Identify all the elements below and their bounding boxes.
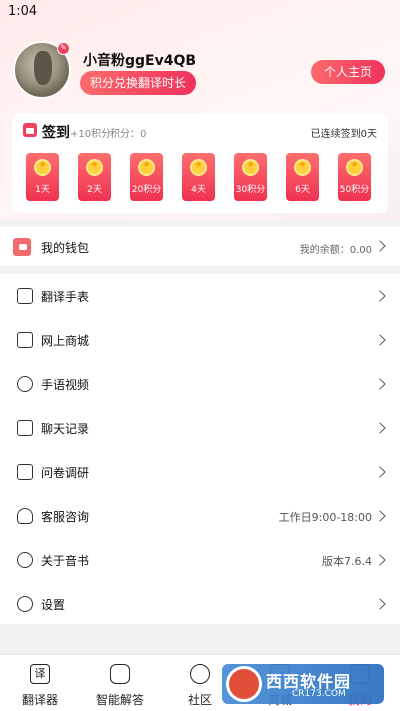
community-icon bbox=[190, 664, 210, 684]
profile-header: 1:04 ✎ 小音粉ggEv4QB 积分兑换翻译时长 个人主页 签到 +10积分… bbox=[0, 0, 400, 220]
edit-badge-icon[interactable]: ✎ bbox=[57, 42, 70, 55]
wallet-icon bbox=[13, 238, 31, 256]
menu-item-label: 关于音书 bbox=[41, 554, 90, 568]
signin-card: 签到 +10积分 积分：0 已连续签到0天 1天 2天 20积分 4天 30积分… bbox=[12, 113, 388, 213]
menu-item-label: 翻译手表 bbox=[41, 290, 90, 304]
menu-item-translation-watch[interactable]: 翻译手表 bbox=[0, 274, 400, 318]
wallet-row[interactable]: 我的钱包 我的余额：0.00 bbox=[0, 227, 400, 266]
gear-icon bbox=[17, 596, 33, 612]
day-label: 1天 bbox=[35, 185, 50, 195]
signin-day[interactable]: 30积分 bbox=[234, 153, 267, 201]
wallet-label: 我的钱包 bbox=[41, 241, 90, 255]
chat-icon bbox=[17, 420, 33, 436]
menu-item-label: 聊天记录 bbox=[41, 422, 90, 436]
menu-item-chat-history[interactable]: 聊天记录 bbox=[0, 406, 400, 450]
menu-item-label: 设置 bbox=[41, 598, 66, 612]
signin-plus-points: +10积分 bbox=[70, 129, 112, 140]
signin-title: 签到 bbox=[42, 125, 70, 141]
menu-item-survey[interactable]: 问卷调研 bbox=[0, 450, 400, 494]
coin-icon bbox=[346, 159, 363, 176]
chevron-right-icon bbox=[374, 510, 386, 522]
signin-day[interactable]: 2天 bbox=[78, 153, 111, 201]
day-label: 2天 bbox=[87, 185, 102, 195]
chevron-right-icon bbox=[374, 334, 386, 346]
signin-day[interactable]: 4天 bbox=[182, 153, 215, 201]
store-icon bbox=[17, 332, 33, 348]
tab-label: 翻译器 bbox=[21, 693, 58, 707]
signin-day[interactable]: 50积分 bbox=[338, 153, 371, 201]
chevron-right-icon bbox=[374, 422, 386, 434]
day-label: 6天 bbox=[295, 185, 310, 195]
chevron-right-icon bbox=[374, 290, 386, 302]
menu-list: 翻译手表 网上商城 手语视频 聊天记录 问卷调研 客服咨询 工作日9:00-18… bbox=[0, 274, 400, 624]
chevron-right-icon bbox=[374, 240, 386, 252]
menu-item-label: 问卷调研 bbox=[41, 466, 90, 480]
coin-icon bbox=[86, 159, 103, 176]
coin-icon bbox=[34, 159, 51, 176]
menu-item-online-store[interactable]: 网上商城 bbox=[0, 318, 400, 362]
coin-icon bbox=[294, 159, 311, 176]
menu-item-sign-video[interactable]: 手语视频 bbox=[0, 362, 400, 406]
menu-item-label: 手语视频 bbox=[41, 378, 90, 392]
service-hours: 工作日9:00-18:00 bbox=[278, 511, 372, 524]
coin-icon bbox=[190, 159, 207, 176]
robot-icon bbox=[110, 664, 130, 684]
signin-day[interactable]: 20积分 bbox=[130, 153, 163, 201]
watermark-logo: 西西软件园 CR173.COM bbox=[222, 664, 384, 704]
signin-day[interactable]: 6天 bbox=[286, 153, 319, 201]
signin-streak: 已连续签到0天 bbox=[310, 129, 377, 140]
chevron-right-icon bbox=[374, 598, 386, 610]
day-label: 4天 bbox=[191, 185, 206, 195]
watermark-emblem bbox=[226, 666, 262, 702]
menu-item-label: 网上商城 bbox=[41, 334, 90, 348]
version-text: 版本7.6.4 bbox=[322, 555, 372, 568]
coin-icon bbox=[242, 159, 259, 176]
survey-icon bbox=[17, 464, 33, 480]
day-label: 20积分 bbox=[131, 185, 162, 195]
points-exchange-button[interactable]: 积分兑换翻译时长 bbox=[80, 71, 197, 95]
coin-icon bbox=[138, 159, 155, 176]
headset-icon bbox=[17, 508, 33, 524]
menu-item-about[interactable]: 关于音书 版本7.6.4 bbox=[0, 538, 400, 582]
profile-page-button[interactable]: 个人主页 bbox=[311, 60, 385, 84]
tab-label: 智能解答 bbox=[95, 693, 144, 707]
username: 小音粉ggEv4QB bbox=[83, 53, 197, 69]
avatar-photo bbox=[34, 51, 52, 85]
signin-points: 积分：0 bbox=[110, 129, 147, 140]
menu-item-settings[interactable]: 设置 bbox=[0, 582, 400, 626]
day-label: 30积分 bbox=[235, 185, 266, 195]
menu-item-label: 客服咨询 bbox=[41, 510, 90, 524]
translator-icon: 译 bbox=[30, 664, 50, 684]
day-label: 50积分 bbox=[339, 185, 370, 195]
signin-day[interactable]: 1天 bbox=[26, 153, 59, 201]
menu-item-customer-service[interactable]: 客服咨询 工作日9:00-18:00 bbox=[0, 494, 400, 538]
info-icon bbox=[17, 552, 33, 568]
chevron-right-icon bbox=[374, 378, 386, 390]
tab-translator[interactable]: 译 翻译器 bbox=[0, 655, 80, 711]
chevron-right-icon bbox=[374, 554, 386, 566]
calendar-icon bbox=[23, 123, 37, 137]
watermark-sub: CR173.COM bbox=[292, 689, 346, 699]
tab-smart-answer[interactable]: 智能解答 bbox=[80, 655, 160, 711]
status-time: 1:04 bbox=[8, 4, 38, 19]
chevron-right-icon bbox=[374, 466, 386, 478]
wallet-balance: 我的余额：0.00 bbox=[299, 245, 372, 256]
watch-icon bbox=[17, 288, 33, 304]
video-icon bbox=[17, 376, 33, 392]
